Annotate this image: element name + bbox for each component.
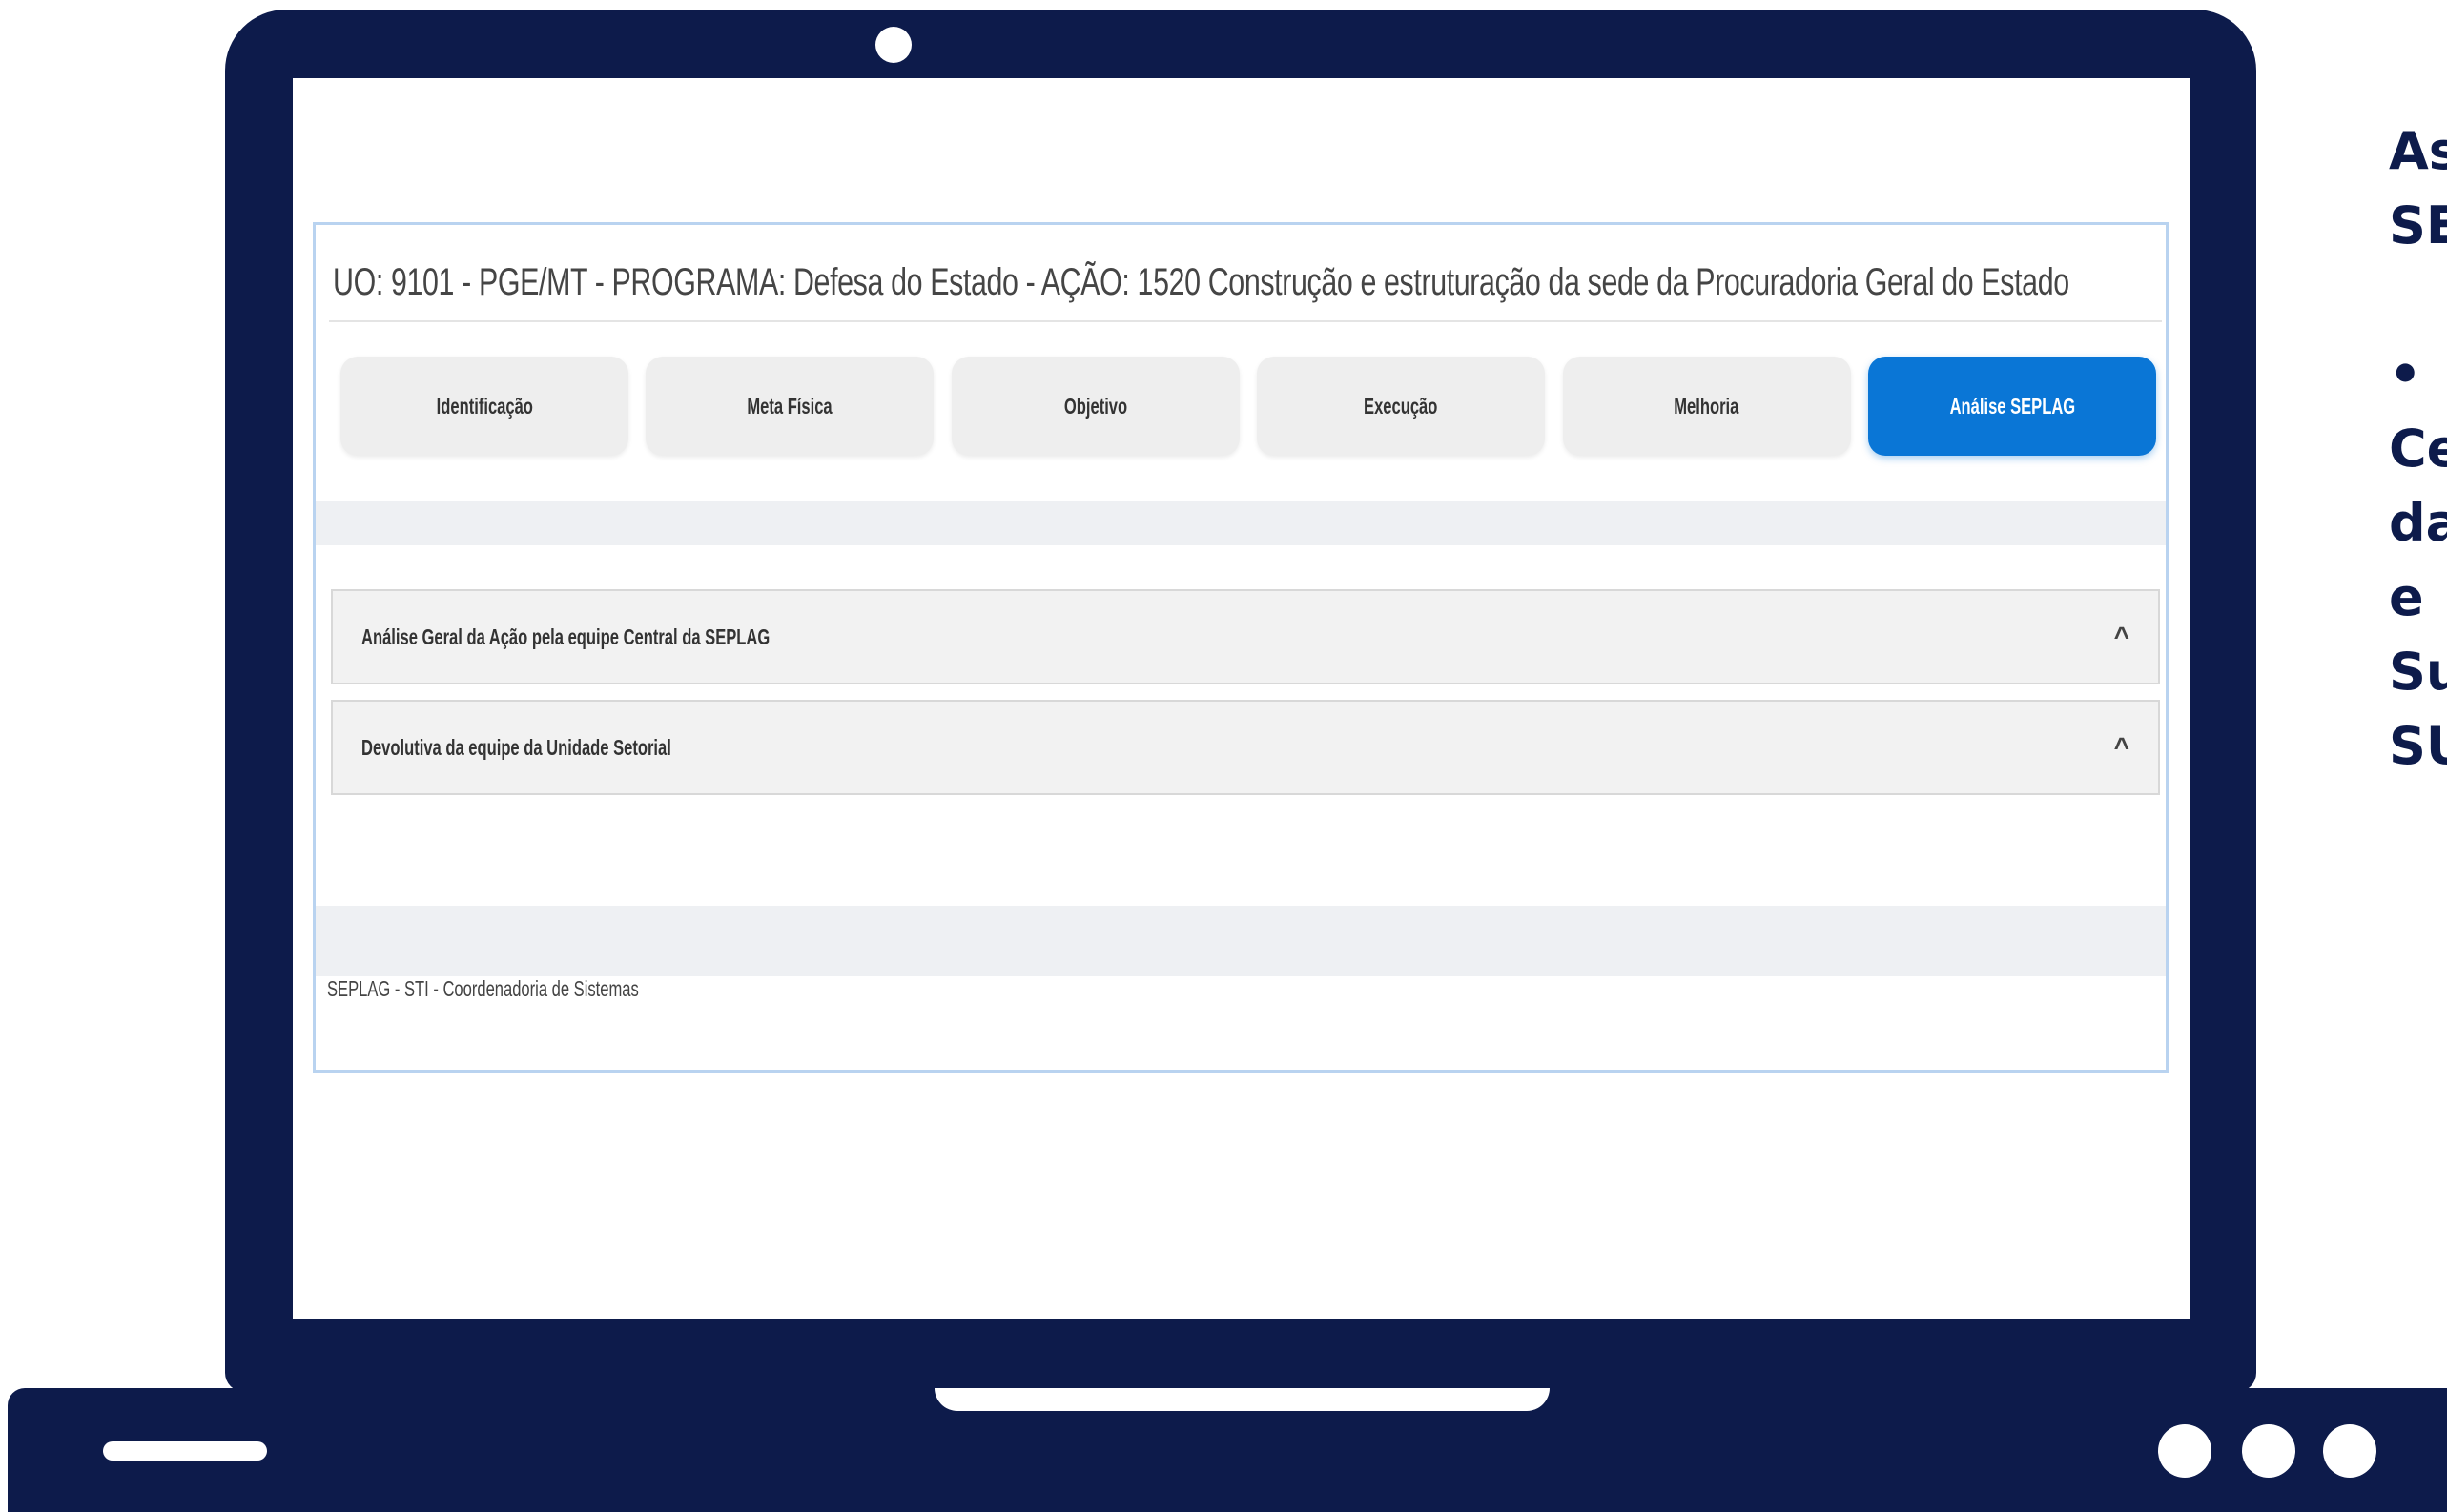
dot-decor-3 bbox=[2323, 1424, 2376, 1478]
tab-bar: Identificação Meta Física Objetivo Execu… bbox=[340, 357, 2156, 456]
accordion-label: Análise Geral da Ação pela equipe Centra… bbox=[361, 623, 771, 649]
side-line: Ce bbox=[2389, 419, 2447, 479]
camera-icon bbox=[875, 27, 912, 63]
accordion-label: Devolutiva da equipe da Unidade Setorial bbox=[361, 734, 671, 760]
side-line: SU bbox=[2389, 716, 2447, 776]
tab-meta-fisica[interactable]: Meta Física bbox=[646, 357, 935, 456]
side-line: da bbox=[2389, 493, 2447, 553]
side-line: SE bbox=[2389, 195, 2447, 255]
tab-objetivo[interactable]: Objetivo bbox=[951, 357, 1240, 456]
chevron-up-icon[interactable]: ^ bbox=[2114, 622, 2129, 652]
base-line-decor bbox=[103, 1441, 267, 1461]
accordion-analise-geral[interactable]: Análise Geral da Ação pela equipe Centra… bbox=[331, 589, 2160, 684]
page-title: UO: 9101 - PGE/MT - PROGRAMA: Defesa do … bbox=[333, 261, 2069, 303]
app-panel: UO: 9101 - PGE/MT - PROGRAMA: Defesa do … bbox=[313, 222, 2169, 1073]
footer-text: SEPLAG - STI - Coordenadoria de Sistemas bbox=[327, 976, 639, 1001]
tab-analise-seplag[interactable]: Análise SEPLAG bbox=[1867, 357, 2156, 456]
chevron-up-icon[interactable]: ^ bbox=[2114, 732, 2129, 763]
title-divider bbox=[329, 320, 2162, 322]
section-spacer bbox=[316, 906, 2166, 976]
side-line: As bbox=[2389, 121, 2447, 181]
side-line: Su bbox=[2389, 642, 2447, 702]
accordion-devolutiva[interactable]: Devolutiva da equipe da Unidade Setorial… bbox=[331, 700, 2160, 795]
side-line: e bbox=[2389, 567, 2424, 627]
dot-decor-2 bbox=[2242, 1424, 2295, 1478]
side-caption: As SE • Ce da e Su SU bbox=[2389, 114, 2447, 784]
tab-execucao[interactable]: Execução bbox=[1257, 357, 1546, 456]
side-bullet: • bbox=[2389, 344, 2422, 404]
section-spacer bbox=[316, 501, 2166, 545]
laptop-screen: UO: 9101 - PGE/MT - PROGRAMA: Defesa do … bbox=[293, 78, 2190, 1319]
tab-identificacao[interactable]: Identificação bbox=[340, 357, 628, 456]
dot-decor-1 bbox=[2158, 1424, 2211, 1478]
tab-melhoria[interactable]: Melhoria bbox=[1562, 357, 1851, 456]
laptop-notch bbox=[935, 1388, 1550, 1411]
